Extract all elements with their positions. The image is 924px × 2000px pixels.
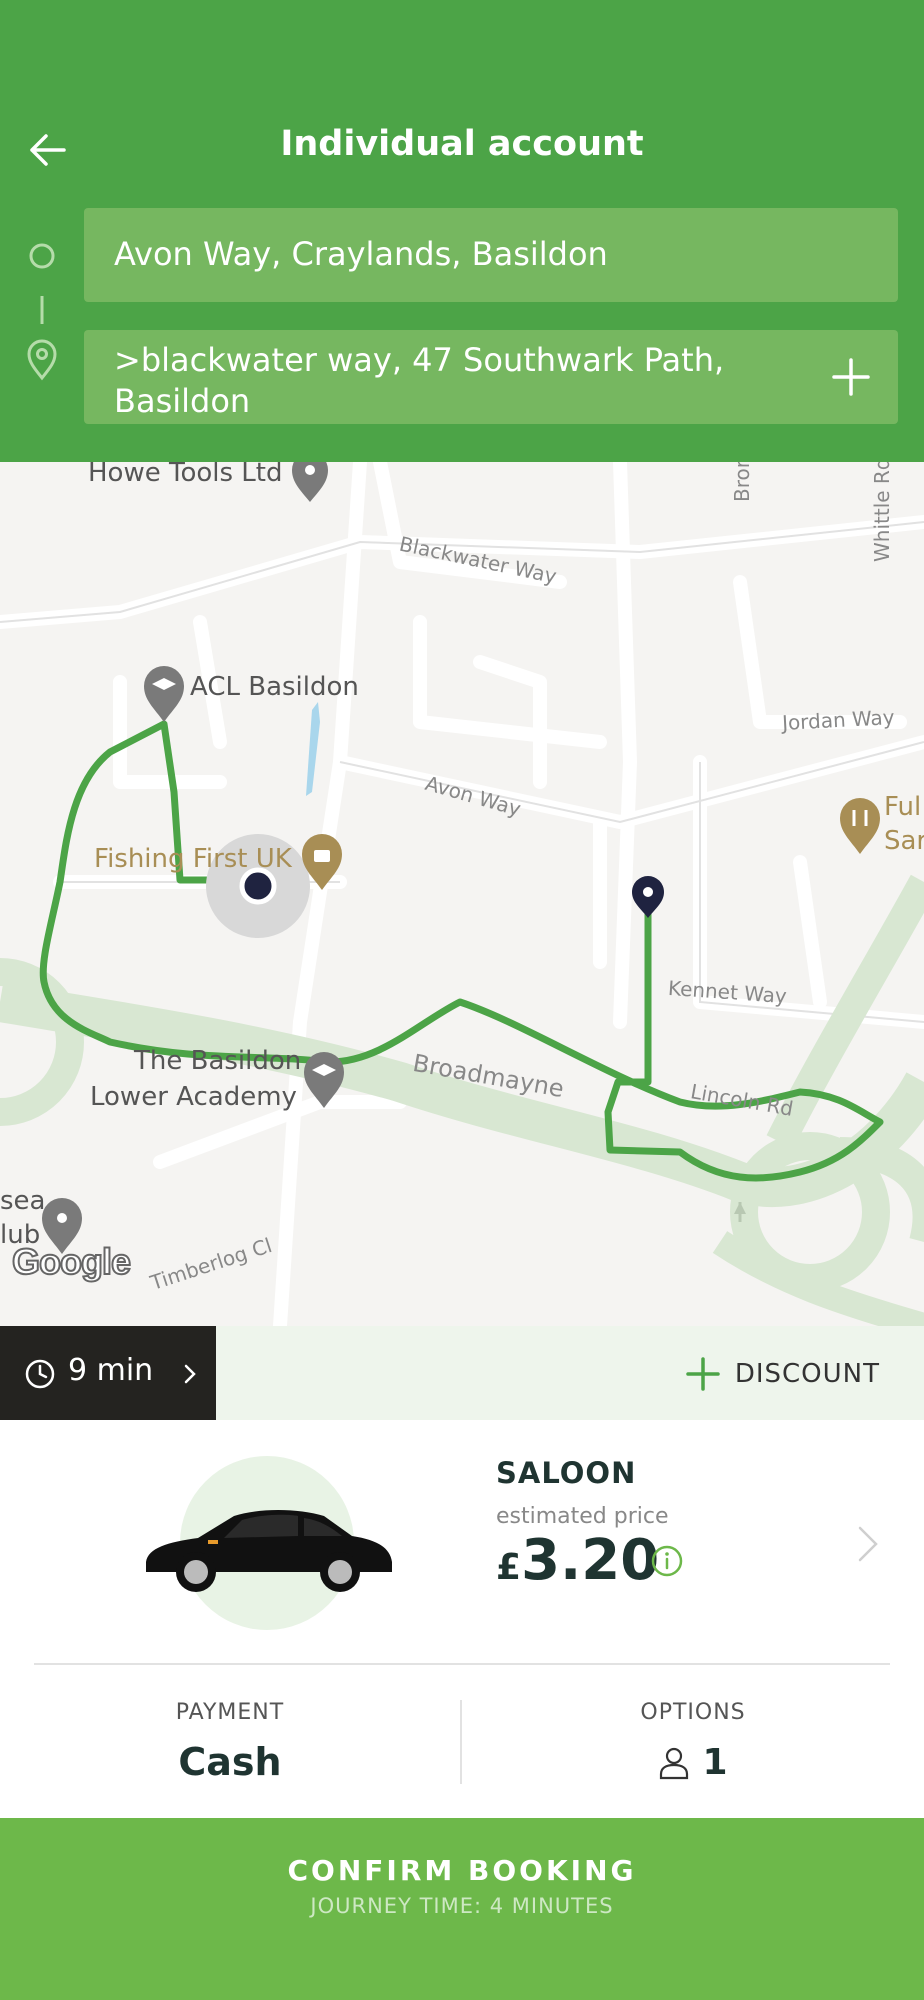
- price-value: 3.20: [521, 1528, 660, 1593]
- google-logo: Google: [11, 1240, 132, 1283]
- poi-basildon-academy-line2[interactable]: Lower Academy: [90, 1082, 297, 1112]
- poi-acl-basildon[interactable]: ACL Basildon: [190, 672, 359, 702]
- vehicle-type: SALOON: [496, 1456, 637, 1490]
- estimated-price-label: estimated price: [496, 1504, 669, 1529]
- options-selector[interactable]: OPTIONS 1: [462, 1664, 924, 1818]
- map-canvas: [0, 462, 924, 1326]
- ful-pin: [840, 798, 880, 854]
- destination-address: >blackwater way, 47 Southwark Path, Basi…: [114, 341, 725, 420]
- acl-pin: [144, 666, 184, 722]
- chevron-right-icon: [184, 1364, 196, 1384]
- car-icon: [146, 1510, 392, 1592]
- pickup-field[interactable]: Avon Way, Craylands, Basildon: [84, 208, 898, 302]
- poi-ful-line1[interactable]: Ful: [884, 792, 921, 822]
- howe-tools-pin: [292, 462, 328, 502]
- destination-field[interactable]: >blackwater way, 47 Southwark Path, Basi…: [84, 330, 898, 424]
- discount-button[interactable]: DISCOUNT: [685, 1354, 880, 1394]
- clock-icon: [25, 1359, 55, 1389]
- options-caption: OPTIONS: [640, 1700, 746, 1725]
- payment-value: Cash: [178, 1740, 282, 1784]
- pickup-address: Avon Way, Craylands, Basildon: [114, 235, 608, 273]
- eta-discount-bar: 9 min DISCOUNT: [0, 1326, 924, 1420]
- confirm-label: CONFIRM BOOKING: [287, 1854, 637, 1887]
- discount-label: DISCOUNT: [734, 1359, 880, 1389]
- journey-time: JOURNEY TIME: 4 MINUTES: [310, 1894, 614, 1918]
- chevron-right-icon: [858, 1526, 878, 1562]
- pickup-time-selector[interactable]: 9 min: [0, 1326, 216, 1420]
- poi-fishing-first[interactable]: Fishing First UK: [94, 844, 292, 874]
- info-icon[interactable]: [650, 1544, 684, 1578]
- passenger-count-value: 1: [702, 1742, 728, 1783]
- route-indicator: [24, 238, 60, 398]
- page-title: Individual account: [280, 124, 644, 164]
- poi-basildon-academy-line1[interactable]: The Basildon: [134, 1046, 301, 1076]
- poi-ful-line2[interactable]: Sar: [884, 826, 924, 856]
- street-bronte: Bronte D: [730, 462, 754, 502]
- payment-caption: PAYMENT: [175, 1700, 285, 1725]
- currency-symbol: £: [496, 1547, 522, 1588]
- passenger-count: 1: [462, 1742, 924, 1783]
- price: £3.20: [496, 1528, 659, 1593]
- street-whittle-rd: Whittle Rd: [870, 462, 894, 562]
- person-icon: [660, 1747, 689, 1779]
- vehicle-selector[interactable]: SALOON estimated price £3.20: [0, 1420, 924, 1660]
- map-view[interactable]: Howe Tools Ltd ACL Basildon Fishing Firs…: [0, 462, 924, 1326]
- plus-icon: [686, 1357, 720, 1391]
- add-stop-icon[interactable]: [830, 356, 872, 398]
- current-location-dot: [239, 867, 277, 905]
- payment-selector[interactable]: PAYMENT Cash: [0, 1664, 460, 1818]
- eta-text: 9 min: [68, 1353, 154, 1388]
- confirm-booking-button[interactable]: CONFIRM BOOKING JOURNEY TIME: 4 MINUTES: [0, 1818, 924, 2000]
- poi-sea-line1[interactable]: sea: [0, 1186, 45, 1216]
- poi-howe-tools[interactable]: Howe Tools Ltd: [88, 462, 282, 488]
- header: Individual account Avon Way, Craylands, …: [0, 0, 924, 462]
- pickup-dot-icon: [29, 243, 55, 269]
